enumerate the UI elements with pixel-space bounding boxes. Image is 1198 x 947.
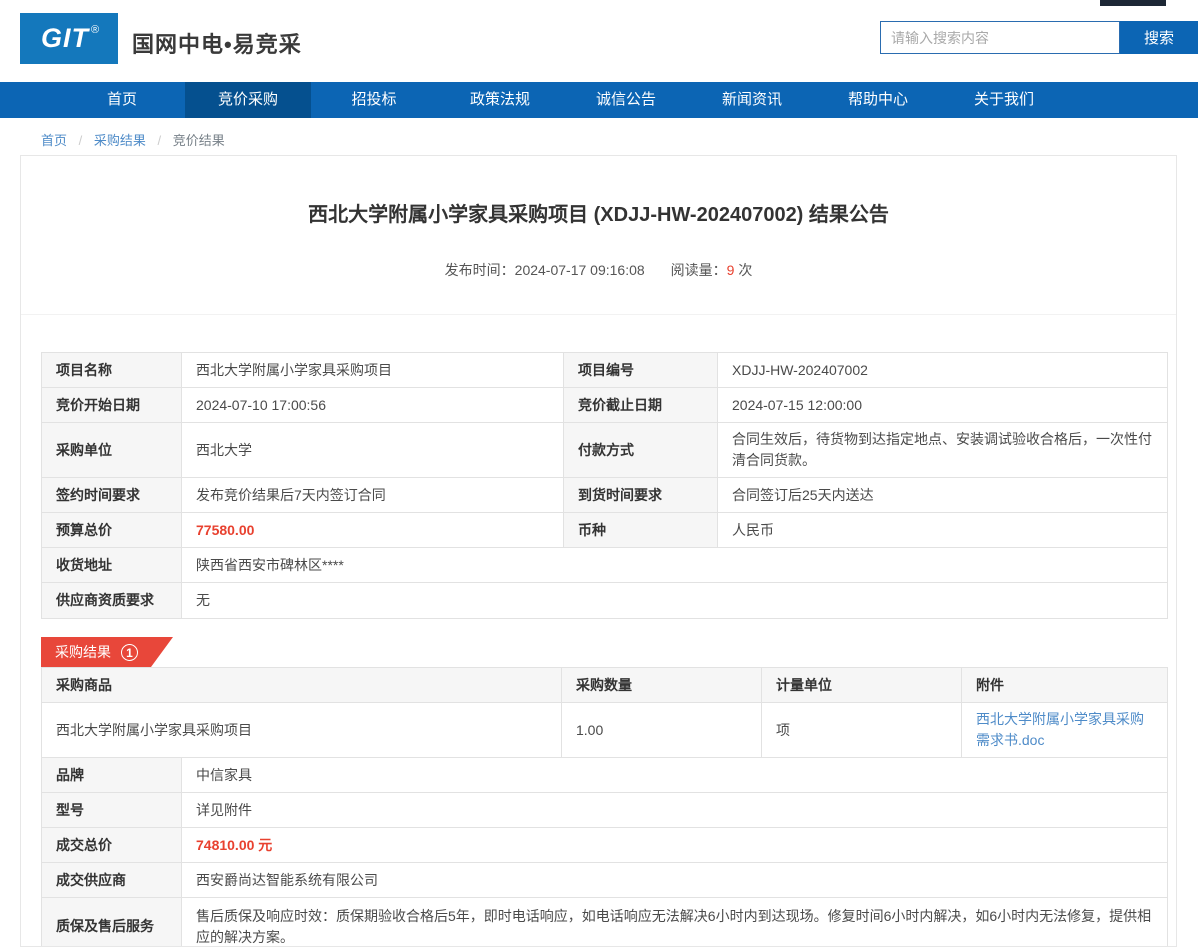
field-value: 合同签订后25天内送达: [718, 478, 1168, 513]
announcement-panel: 西北大学附属小学家具采购项目 (XDJJ-HW-202407002) 结果公告 …: [20, 155, 1177, 947]
table-row: 采购单位 西北大学 付款方式 合同生效后，待货物到达指定地点、安装调试验收合格后…: [42, 423, 1168, 478]
announcement-header: 西北大学附属小学家具采购项目 (XDJJ-HW-202407002) 结果公告 …: [21, 156, 1176, 280]
table-row: 成交总价 74810.00 元: [42, 828, 1168, 863]
budget-total-value: 77580.00: [182, 513, 564, 548]
project-info-table: 项目名称 西北大学附属小学家具采购项目 项目编号 XDJJ-HW-2024070…: [41, 352, 1168, 619]
page-title: 西北大学附属小学家具采购项目 (XDJJ-HW-202407002) 结果公告: [21, 200, 1176, 230]
field-value: 人民币: [718, 513, 1168, 548]
field-label: 采购单位: [42, 423, 182, 478]
breadcrumb-procurement-results[interactable]: 采购结果: [94, 133, 146, 148]
procurement-result-ribbon: 采购结果 1: [41, 637, 173, 667]
field-label: 签约时间要求: [42, 478, 182, 513]
publish-time-label: 发布时间：: [445, 262, 515, 278]
breadcrumb-separator: /: [79, 133, 83, 148]
field-value: 西北大学: [182, 423, 564, 478]
field-value: 详见附件: [182, 793, 1168, 828]
field-label: 项目名称: [42, 353, 182, 388]
field-label: 品牌: [42, 758, 182, 793]
announcement-meta: 发布时间：2024-07-17 09:16:08 阅读量：9 次: [21, 260, 1176, 280]
field-label: 到货时间要求: [564, 478, 718, 513]
field-value: 售后质保及响应时效：质保期验收合格后5年，即时电话响应，如电话响应无法解决6小时…: [182, 898, 1168, 947]
field-label: 质保及售后服务: [42, 898, 182, 947]
product-name: 西北大学附属小学家具采购项目: [42, 703, 562, 758]
ribbon-count-badge: 1: [121, 644, 138, 661]
site-title: 国网中电•易竞采: [132, 27, 302, 59]
column-header: 采购数量: [562, 668, 762, 703]
table-row: 成交供应商 西安爵尚达智能系统有限公司: [42, 863, 1168, 898]
field-label: 竞价截止日期: [564, 388, 718, 423]
attachment-link[interactable]: 西北大学附属小学家具采购需求书.doc: [976, 711, 1144, 748]
breadcrumb-separator: /: [158, 133, 162, 148]
field-label: 预算总价: [42, 513, 182, 548]
breadcrumb: 首页 / 采购结果 / 竞价结果: [0, 118, 1198, 155]
nav-tab-news[interactable]: 新闻资讯: [689, 82, 815, 118]
field-label: 型号: [42, 793, 182, 828]
nav-tab-integrity-notices[interactable]: 诚信公告: [563, 82, 689, 118]
field-label: 成交供应商: [42, 863, 182, 898]
table-row: 收货地址 陕西省西安市碑林区****: [42, 548, 1168, 583]
field-label: 成交总价: [42, 828, 182, 863]
registered-mark-icon: ®: [91, 24, 99, 36]
nav-tab-help-center[interactable]: 帮助中心: [815, 82, 941, 118]
column-header: 计量单位: [762, 668, 962, 703]
nav-tab-policies[interactable]: 政策法规: [437, 82, 563, 118]
field-value: 西北大学附属小学家具采购项目: [182, 353, 564, 388]
field-label: 币种: [564, 513, 718, 548]
nav-tab-tenders[interactable]: 招投标: [311, 82, 437, 118]
table-row: 供应商资质要求 无: [42, 583, 1168, 619]
procurement-result-table: 采购商品 采购数量 计量单位 附件 西北大学附属小学家具采购项目 1.00 项 …: [41, 667, 1168, 947]
table-row: 预算总价 77580.00 币种 人民币: [42, 513, 1168, 548]
field-label: 收货地址: [42, 548, 182, 583]
main-nav: 首页 竞价采购 招投标 政策法规 诚信公告 新闻资讯 帮助中心 关于我们: [0, 82, 1198, 118]
column-header: 采购商品: [42, 668, 562, 703]
table-row: 品牌 中信家具: [42, 758, 1168, 793]
top-bar: GIT ® 国网中电•易竞采 搜索: [0, 0, 1198, 82]
field-label: 付款方式: [564, 423, 718, 478]
table-row: 西北大学附属小学家具采购项目 1.00 项 西北大学附属小学家具采购需求书.do…: [42, 703, 1168, 758]
field-value: 无: [182, 583, 1168, 619]
field-value: 发布竞价结果后7天内签订合同: [182, 478, 564, 513]
publish-time-value: 2024-07-17 09:16:08: [515, 262, 645, 278]
field-value: 西安爵尚达智能系统有限公司: [182, 863, 1168, 898]
views-count: 9: [727, 262, 735, 278]
search-input[interactable]: [880, 21, 1120, 54]
git-logo[interactable]: GIT ®: [20, 13, 118, 64]
table-row: 竞价开始日期 2024-07-10 17:00:56 竞价截止日期 2024-0…: [42, 388, 1168, 423]
field-label: 供应商资质要求: [42, 583, 182, 619]
views-unit: 次: [738, 262, 752, 278]
field-value: 2024-07-15 12:00:00: [718, 388, 1168, 423]
views-label: 阅读量：: [671, 262, 727, 278]
table-row: 签约时间要求 发布竞价结果后7天内签订合同 到货时间要求 合同签订后25天内送达: [42, 478, 1168, 513]
table-header-row: 采购商品 采购数量 计量单位 附件: [42, 668, 1168, 703]
table-row: 质保及售后服务 售后质保及响应时效：质保期验收合格后5年，即时电话响应，如电话响…: [42, 898, 1168, 947]
table-row: 项目名称 西北大学附属小学家具采购项目 项目编号 XDJJ-HW-2024070…: [42, 353, 1168, 388]
search-button[interactable]: 搜索: [1120, 21, 1198, 54]
top-right-dark-strip: [1100, 0, 1166, 6]
field-label: 项目编号: [564, 353, 718, 388]
field-value: XDJJ-HW-202407002: [718, 353, 1168, 388]
nav-tab-bidding-procurement[interactable]: 竞价采购: [185, 82, 311, 118]
field-label: 竞价开始日期: [42, 388, 182, 423]
logo-text: GIT: [41, 23, 89, 54]
final-price-value: 74810.00 元: [182, 828, 1168, 863]
field-value: 陕西省西安市碑林区****: [182, 548, 1168, 583]
product-quantity: 1.00: [562, 703, 762, 758]
column-header: 附件: [962, 668, 1168, 703]
field-value: 合同生效后，待货物到达指定地点、安装调试验收合格后，一次性付清合同货款。: [718, 423, 1168, 478]
table-row: 型号 详见附件: [42, 793, 1168, 828]
product-unit: 项: [762, 703, 962, 758]
breadcrumb-home[interactable]: 首页: [41, 133, 67, 148]
field-value: 中信家具: [182, 758, 1168, 793]
ribbon-label: 采购结果: [55, 642, 111, 662]
breadcrumb-bidding-results: 竞价结果: [173, 133, 225, 148]
nav-tab-about-us[interactable]: 关于我们: [941, 82, 1067, 118]
search-bar: 搜索: [880, 21, 1198, 54]
field-value: 2024-07-10 17:00:56: [182, 388, 564, 423]
nav-tab-home[interactable]: 首页: [59, 82, 185, 118]
